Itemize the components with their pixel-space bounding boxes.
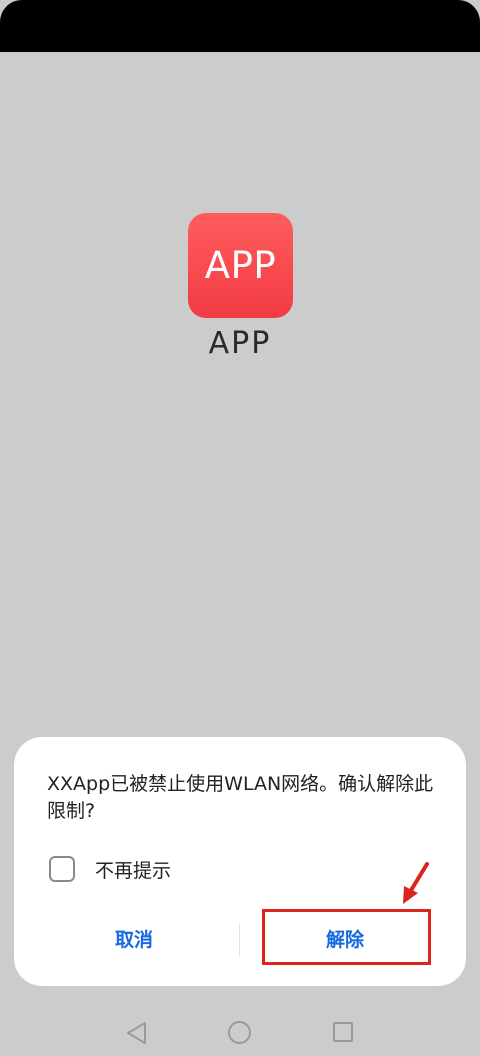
phone-screen: APP APP XXApp已被禁止使用WLAN网络。确认解除此限制? 不再提示 … [0,0,480,1056]
circle-home-icon[interactable] [228,1021,251,1044]
dialog-message: XXApp已被禁止使用WLAN网络。确认解除此限制? [47,773,434,822]
app-icon[interactable]: APP [188,213,293,318]
dont-show-again-label[interactable]: 不再提示 [95,856,171,883]
arrow-pointer-icon [403,862,429,904]
app-icon-label: APP [204,244,277,287]
triangle-back-icon[interactable] [126,1021,148,1045]
cancel-button[interactable]: 取消 [54,912,214,964]
status-bar [0,0,480,52]
square-recents-icon[interactable] [333,1022,353,1042]
navigation-bar [0,1004,480,1056]
annotation-highlight-box [262,909,431,965]
dont-show-again-checkbox[interactable] [49,856,75,882]
dont-show-again-row[interactable]: 不再提示 [49,854,171,884]
app-name: APP [208,326,272,361]
button-divider [239,923,240,957]
